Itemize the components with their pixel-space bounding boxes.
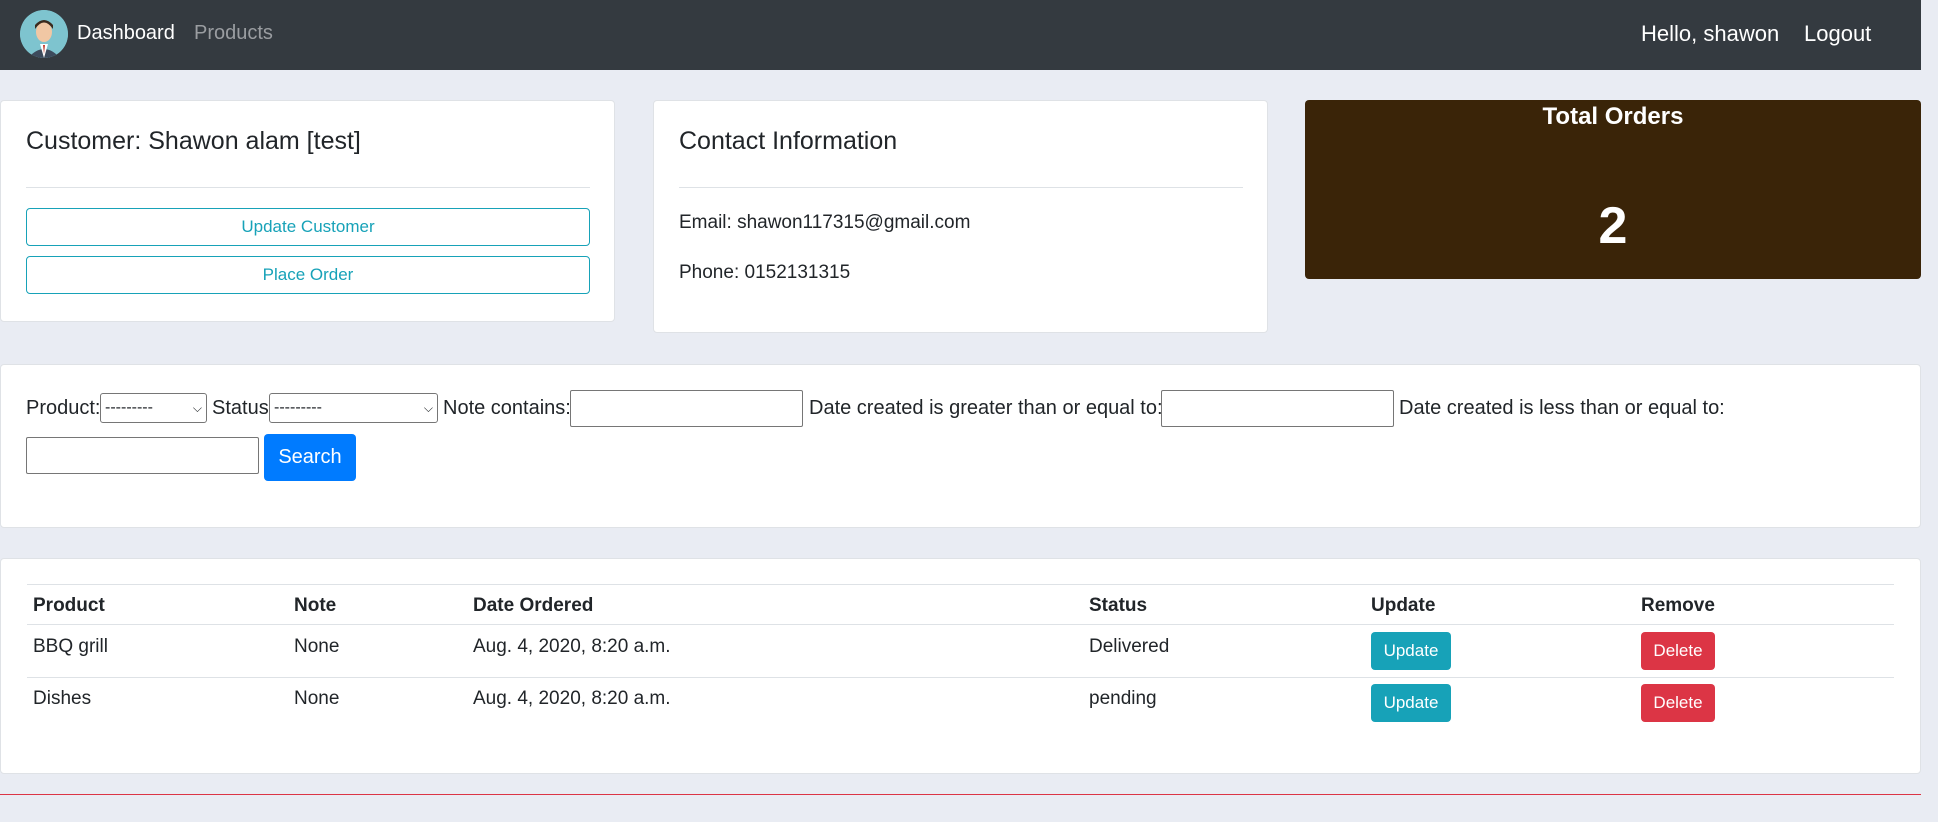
chevron-down-icon: ⌵ — [192, 400, 202, 415]
total-orders-title: Total Orders — [1542, 103, 1684, 130]
col-header-remove: Remove — [1641, 595, 1715, 616]
customer-divider — [26, 187, 590, 188]
delete-order-button[interactable]: Delete — [1641, 684, 1715, 722]
cell-product: Dishes — [33, 688, 92, 709]
col-header-status: Status — [1089, 595, 1148, 616]
date-gte-label: Date created is greater than or equal to… — [809, 397, 1163, 419]
chevron-down-icon: ⌵ — [423, 400, 433, 415]
update-order-button[interactable]: Update — [1371, 632, 1451, 670]
date-gte-input[interactable] — [1161, 390, 1394, 427]
update-order-button[interactable]: Update — [1371, 684, 1451, 722]
col-header-note: Note — [294, 595, 337, 616]
product-filter-label: Product: — [26, 397, 101, 419]
col-header-update: Update — [1371, 595, 1436, 616]
product-filter-value: --------- — [105, 399, 153, 416]
table-header-border — [27, 624, 1894, 625]
note-filter-label: Note contains: — [443, 397, 571, 419]
status-filter-select[interactable]: --------- ⌵ — [269, 393, 438, 423]
cell-note: None — [294, 636, 340, 657]
col-header-date-ordered: Date Ordered — [473, 595, 594, 616]
cell-status: pending — [1089, 688, 1157, 709]
user-greeting: Hello, shawon — [1641, 21, 1780, 46]
cell-date-ordered: Aug. 4, 2020, 8:20 a.m. — [473, 688, 671, 709]
user-avatar-icon[interactable] — [20, 10, 68, 58]
customer-title: Customer: Shawon alam [test] — [26, 127, 361, 155]
date-lte-input[interactable] — [26, 437, 259, 474]
nav-dashboard-link[interactable]: Dashboard — [77, 22, 175, 45]
footer-divider — [0, 794, 1921, 795]
place-order-button[interactable]: Place Order — [26, 256, 590, 294]
contact-email: Email: shawon117315@gmail.com — [679, 212, 971, 233]
customer-card: Customer: Shawon alam [test] Update Cust… — [0, 100, 615, 322]
nav-products-link[interactable]: Products — [194, 22, 273, 45]
note-filter-input[interactable] — [570, 390, 803, 427]
order-filter-form: Product: --------- ⌵ Status: --------- ⌵… — [0, 364, 1921, 528]
cell-status: Delivered — [1089, 636, 1170, 657]
contact-card: Contact Information Email: shawon117315@… — [653, 100, 1268, 333]
contact-divider — [679, 187, 1243, 188]
total-orders-card: Total Orders 2 — [1305, 100, 1921, 279]
logout-link[interactable]: Logout — [1804, 21, 1871, 47]
product-filter-select[interactable]: --------- ⌵ — [100, 393, 207, 423]
delete-order-button[interactable]: Delete — [1641, 632, 1715, 670]
cell-product: BBQ grill — [33, 636, 108, 657]
contact-phone: Phone: 0152131315 — [679, 262, 851, 283]
contact-title: Contact Information — [679, 127, 898, 155]
row-divider — [27, 677, 1894, 678]
search-button[interactable]: Search — [264, 434, 356, 481]
cell-date-ordered: Aug. 4, 2020, 8:20 a.m. — [473, 636, 671, 657]
cell-note: None — [294, 688, 340, 709]
status-filter-value: --------- — [274, 399, 322, 416]
date-lte-label: Date created is less than or equal to: — [1399, 397, 1725, 419]
update-customer-button[interactable]: Update Customer — [26, 208, 590, 246]
table-top-border — [27, 584, 1894, 585]
navbar: Dashboard Products Hello, shawon Logout — [0, 0, 1921, 70]
total-orders-value: 2 — [1598, 197, 1628, 255]
col-header-product: Product — [33, 595, 105, 616]
orders-table: Product Note Date Ordered Status Update … — [0, 558, 1921, 774]
status-filter-label: Status: — [212, 397, 275, 419]
